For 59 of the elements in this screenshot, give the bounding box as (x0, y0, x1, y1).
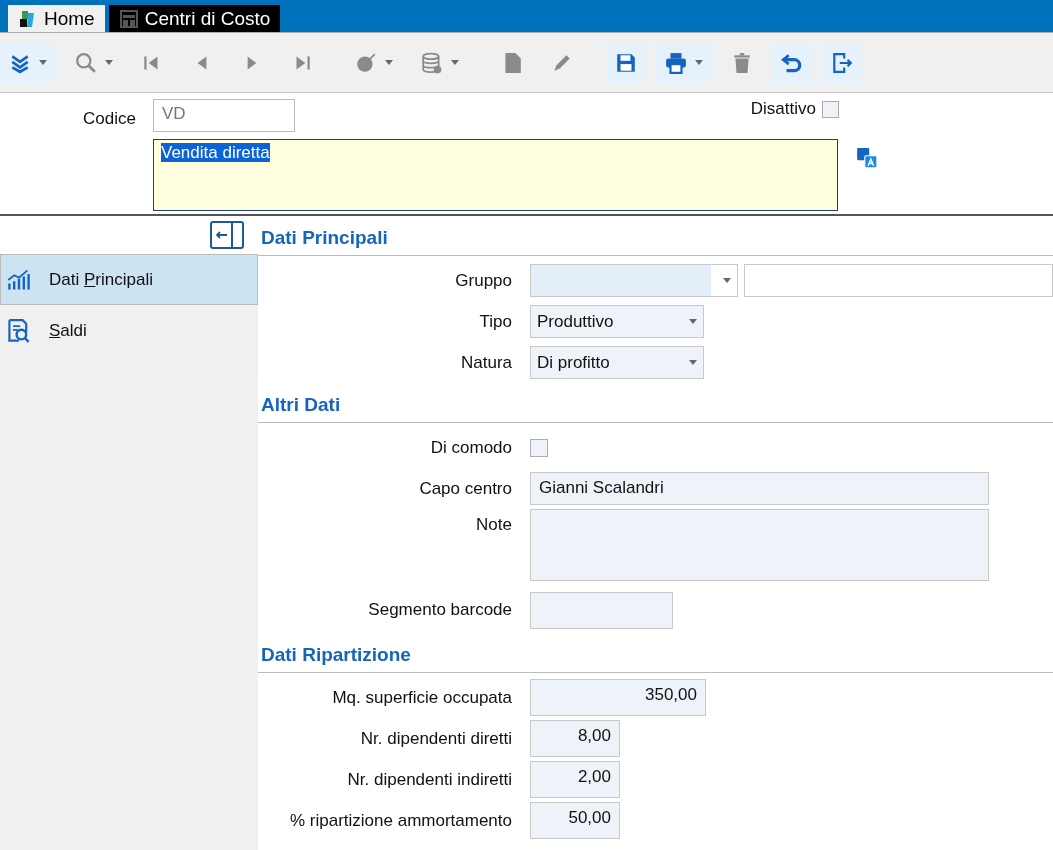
field-label: Gruppo (454, 270, 512, 291)
print-button[interactable] (656, 42, 712, 83)
sidebar-item[interactable]: Saldi (0, 305, 258, 356)
text-field[interactable]: Gianni Scalandri (530, 472, 989, 505)
field-label: Natura (459, 352, 512, 373)
text-field[interactable] (744, 264, 1053, 297)
save-button[interactable] (606, 42, 646, 83)
database-icon (421, 51, 443, 74)
number-field[interactable]: 8,00 (530, 720, 620, 757)
checkbox[interactable] (530, 438, 548, 457)
translate-icon (856, 147, 878, 169)
sidebar-item[interactable]: Dati Principali (0, 254, 258, 305)
field-label: Note (475, 514, 512, 535)
field-label: % ripartizione ammortamento (288, 810, 512, 831)
dropdown[interactable]: Di profitto (530, 346, 704, 379)
field-label: Di comodo (429, 437, 512, 458)
double-chevron-button[interactable] (0, 42, 56, 83)
undo-icon (781, 51, 803, 74)
trash-icon (731, 51, 753, 74)
number-field[interactable]: 2,00 (530, 761, 620, 798)
caret-icon (385, 60, 393, 65)
undo-button[interactable] (772, 42, 812, 83)
caret-icon (723, 278, 731, 283)
text-field[interactable] (530, 591, 673, 629)
report-icon (7, 318, 31, 343)
notes-field[interactable] (530, 509, 989, 581)
save-icon (615, 51, 637, 74)
print-icon (665, 51, 687, 74)
section-title: Dati Principali (258, 216, 1053, 256)
description-field[interactable]: Vendita diretta (153, 139, 838, 211)
window-icon (118, 8, 139, 29)
exit-button[interactable] (822, 42, 862, 83)
field-label: Nr. dipendenti indiretti (346, 769, 512, 790)
caret-icon (695, 60, 703, 65)
dropdown[interactable]: Produttivo (530, 305, 704, 338)
dropdown[interactable] (530, 264, 738, 297)
field-label: Capo centro (418, 478, 512, 499)
section-title: Altri Dati (258, 383, 1053, 423)
number-field[interactable]: 50,00 (530, 802, 620, 839)
tab[interactable]: Home (8, 5, 105, 32)
field-label: Tipo (478, 311, 512, 332)
field-label: Mq. superficie occupata (331, 687, 512, 708)
chart-icon (7, 267, 31, 292)
caret-icon (689, 360, 697, 365)
number-field[interactable]: 350,00 (530, 679, 706, 716)
caret-icon (451, 60, 459, 65)
inactive-label: Disattivo (750, 99, 816, 119)
code-field[interactable]: VD (153, 99, 295, 132)
caret-icon (105, 60, 113, 65)
tab[interactable]: Centri di Costo (108, 5, 281, 32)
field-label: Segmento barcode (367, 600, 512, 620)
exit-icon (831, 51, 853, 74)
caret-icon (689, 319, 697, 324)
section-title: Dati Ripartizione (258, 633, 1053, 673)
search-icon (75, 51, 97, 74)
caret-icon (39, 60, 47, 65)
field-label: Nr. dipendenti diretti (359, 728, 512, 749)
collapse-panel-button[interactable] (210, 221, 244, 249)
code-label: Codice (82, 108, 136, 129)
